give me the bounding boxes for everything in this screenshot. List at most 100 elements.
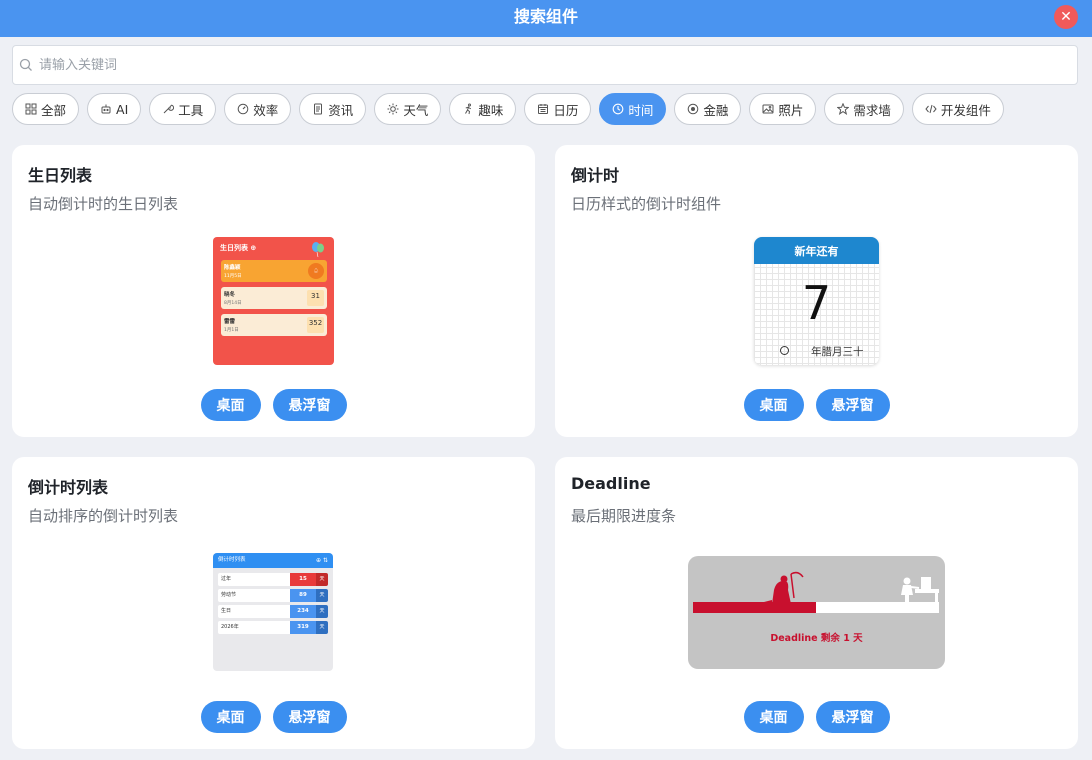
countdown-list-preview: 倒计时列表 ⊕ ⇅ 过年 15 天 劳动节 89 天 生日 234 天 2026… bbox=[213, 553, 333, 671]
card-actions: 桌面 悬浮窗 bbox=[12, 701, 535, 733]
card-title: Deadline bbox=[571, 474, 651, 493]
item-name: 过年 bbox=[221, 576, 232, 582]
robot-icon bbox=[101, 104, 111, 114]
list-item[interactable]: 2026年 319 天 bbox=[218, 621, 328, 634]
running-icon bbox=[465, 103, 472, 115]
image-icon bbox=[762, 104, 774, 114]
sun-icon bbox=[387, 103, 399, 115]
item-unit: 天 bbox=[316, 589, 328, 602]
item-date: 1月1日 bbox=[224, 328, 239, 333]
tab-label: 金融 bbox=[703, 102, 729, 118]
add-floating-window-button[interactable]: 悬浮窗 bbox=[272, 701, 347, 733]
item-name: 陈鑫颖 bbox=[224, 265, 241, 271]
window-title: 搜索组件 bbox=[513, 7, 578, 26]
grid-icon bbox=[25, 103, 37, 115]
card-title: 倒计时 bbox=[571, 166, 620, 185]
deadline-label: Deadline 剩余 1 天 bbox=[770, 633, 863, 644]
widget-card-birthday-list: 生日列表 自动倒计时的生日列表 生日列表 ⊕ 陈鑫颖 11月5日 ♤ 晓冬 8月… bbox=[12, 145, 535, 437]
widget-card-countdown: 倒计时 日历样式的倒计时组件 新年还有 7 年腊月三十 桌面 悬浮窗 bbox=[555, 145, 1078, 437]
tab-fun[interactable]: 趣味 bbox=[449, 93, 517, 125]
tab-calendar[interactable]: 日历 bbox=[524, 93, 592, 125]
tab-label: 照片 bbox=[778, 102, 804, 118]
add-to-desktop-button[interactable]: 桌面 bbox=[200, 701, 261, 733]
close-button[interactable]: ✕ bbox=[1054, 5, 1078, 29]
tab-photos[interactable]: 照片 bbox=[749, 93, 817, 125]
add-to-desktop-button[interactable]: 桌面 bbox=[743, 389, 804, 421]
days-badge: 31 bbox=[307, 290, 324, 306]
tab-label: 天气 bbox=[403, 102, 429, 118]
tab-label: 日历 bbox=[553, 102, 579, 118]
card-actions: 桌面 悬浮窗 bbox=[555, 389, 1078, 421]
preview-header: 新年还有 bbox=[754, 237, 879, 264]
star-icon bbox=[837, 103, 850, 115]
item-date: 8月14日 bbox=[224, 301, 242, 306]
item-name: 晓冬 bbox=[224, 292, 236, 298]
code-icon bbox=[925, 104, 937, 114]
tab-dev[interactable]: 开发组件 bbox=[911, 93, 1004, 125]
grim-reaper-icon bbox=[764, 571, 804, 604]
search-box[interactable] bbox=[12, 45, 1078, 85]
tab-label: 时间 bbox=[628, 102, 654, 118]
item-name: 劳动节 bbox=[221, 592, 237, 598]
clock-icon bbox=[613, 103, 624, 115]
days-badge: 352 bbox=[307, 317, 324, 333]
search-icon bbox=[19, 58, 32, 71]
add-floating-window-button[interactable]: 悬浮窗 bbox=[815, 701, 890, 733]
add-to-desktop-button[interactable]: 桌面 bbox=[200, 389, 261, 421]
item-name: 2026年 bbox=[221, 624, 239, 630]
item-days: 319 bbox=[290, 621, 316, 634]
tab-time[interactable]: 时间 bbox=[599, 93, 667, 125]
item-days: 15 bbox=[290, 573, 316, 586]
worker-at-desk-icon bbox=[901, 577, 939, 603]
list-item[interactable]: 过年 15 天 bbox=[218, 573, 328, 586]
tab-news[interactable]: 资讯 bbox=[299, 93, 367, 125]
gauge-icon bbox=[237, 103, 249, 115]
tab-ai[interactable]: AI bbox=[87, 93, 142, 125]
category-tabs: 全部 AI 工具 效率 资讯 天气 趣味 日历 时间 金融 照片 需求墙 开发组… bbox=[12, 93, 1004, 125]
list-item[interactable]: 晓冬 8月14日 31 bbox=[221, 287, 327, 309]
preview-header: 倒计时列表 bbox=[213, 553, 333, 568]
countdown-number: 7 bbox=[801, 276, 832, 330]
lunar-date: 年腊月三十 bbox=[811, 346, 864, 358]
tab-weather[interactable]: 天气 bbox=[374, 93, 442, 125]
list-item[interactable]: 劳动节 89 天 bbox=[218, 589, 328, 602]
tab-label: 工具 bbox=[178, 102, 204, 118]
moon-icon bbox=[780, 346, 789, 355]
item-name: 生日 bbox=[221, 608, 232, 614]
deadline-progress-fill bbox=[693, 602, 816, 613]
item-unit: 天 bbox=[316, 573, 328, 586]
list-item[interactable]: 陈鑫颖 11月5日 ♤ bbox=[221, 260, 327, 282]
add-floating-window-button[interactable]: 悬浮窗 bbox=[272, 389, 347, 421]
card-title: 倒计时列表 bbox=[28, 478, 109, 497]
birthday-list-preview: 生日列表 ⊕ 陈鑫颖 11月5日 ♤ 晓冬 8月14日 31 雷雷 1月1日 3… bbox=[213, 237, 334, 365]
widget-card-deadline: Deadline 最后期限进度条 Deadline 剩余 1 天 桌面 悬浮窗 bbox=[555, 457, 1078, 749]
tab-label: 开发组件 bbox=[940, 102, 991, 118]
tab-efficiency[interactable]: 效率 bbox=[224, 93, 292, 125]
tab-finance[interactable]: 金融 bbox=[674, 93, 742, 125]
card-actions: 桌面 悬浮窗 bbox=[555, 701, 1078, 733]
add-floating-window-button[interactable]: 悬浮窗 bbox=[815, 389, 890, 421]
tab-tools[interactable]: 工具 bbox=[149, 93, 217, 125]
deadline-preview: Deadline 剩余 1 天 bbox=[688, 556, 945, 669]
card-title: 生日列表 bbox=[28, 166, 93, 185]
tab-wishwall[interactable]: 需求墙 bbox=[824, 93, 904, 125]
tab-label: 需求墙 bbox=[853, 102, 891, 118]
item-unit: 天 bbox=[316, 605, 328, 618]
list-item[interactable]: 雷雷 1月1日 352 bbox=[221, 314, 327, 336]
tab-label: 全部 bbox=[41, 102, 67, 118]
tab-all[interactable]: 全部 bbox=[12, 93, 80, 125]
item-days: 89 bbox=[290, 589, 316, 602]
item-name: 雷雷 bbox=[224, 319, 236, 325]
list-item[interactable]: 生日 234 天 bbox=[218, 605, 328, 618]
countdown-calendar-preview: 新年还有 7 年腊月三十 bbox=[754, 237, 879, 365]
preview-header: 生日列表 ⊕ bbox=[220, 244, 257, 252]
card-actions: 桌面 悬浮窗 bbox=[12, 389, 535, 421]
add-sort-icons: ⊕ ⇅ bbox=[316, 557, 328, 564]
deadline-progress-bar bbox=[693, 602, 939, 613]
card-description: 自动倒计时的生日列表 bbox=[28, 195, 179, 213]
add-to-desktop-button[interactable]: 桌面 bbox=[743, 701, 804, 733]
search-input[interactable] bbox=[39, 50, 1039, 80]
tab-label: 资讯 bbox=[328, 102, 354, 118]
balloon-icon bbox=[312, 242, 324, 257]
card-description: 最后期限进度条 bbox=[571, 507, 677, 525]
